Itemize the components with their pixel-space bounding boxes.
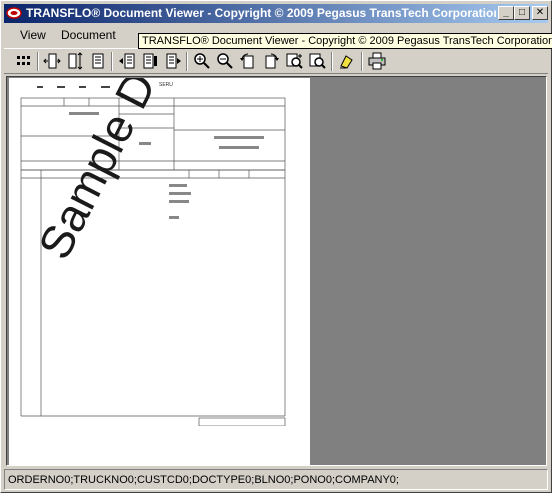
- print-icon[interactable]: [368, 52, 386, 70]
- zoom-out-icon[interactable]: [216, 52, 234, 70]
- close-button[interactable]: ✕: [532, 6, 548, 20]
- window-title: TRANSFLO® Document Viewer - Copyright © …: [26, 6, 496, 20]
- maximize-button[interactable]: □: [514, 6, 530, 20]
- minimize-button[interactable]: _: [498, 6, 514, 20]
- fit-page-icon[interactable]: [89, 52, 107, 70]
- toolbar-separator: [331, 52, 333, 71]
- menu-view[interactable]: View: [14, 28, 52, 42]
- fit-height-icon[interactable]: [66, 52, 84, 70]
- next-page-icon[interactable]: [141, 52, 159, 70]
- toolbar-separator: [37, 52, 39, 71]
- scan-mark: [37, 86, 43, 88]
- previous-page-icon[interactable]: [118, 52, 136, 70]
- title-bar[interactable]: TRANSFLO® Document Viewer - Copyright © …: [4, 4, 548, 23]
- zoom-in-icon[interactable]: [193, 52, 211, 70]
- last-page-icon[interactable]: [164, 52, 182, 70]
- zoom-actual-icon[interactable]: [308, 52, 326, 70]
- thumbnails-icon[interactable]: [15, 52, 33, 70]
- toolbar: [4, 48, 548, 74]
- title-tooltip: TRANSFLO® Document Viewer - Copyright © …: [138, 33, 552, 49]
- status-bar: ORDERNO0;TRUCKNO0;CUSTCD0;DOCTYPE0;BLNO0…: [4, 469, 548, 490]
- toolbar-separator: [361, 52, 363, 71]
- document-viewport[interactable]: SERU Sample Document: [6, 76, 547, 466]
- toolbar-separator: [186, 52, 188, 71]
- bill-of-lading-form: [20, 97, 286, 426]
- toolbar-separator: [111, 52, 113, 71]
- scan-mark: [57, 86, 65, 88]
- app-logo-icon: [6, 5, 22, 21]
- scan-mark: [79, 86, 86, 88]
- fit-width-icon[interactable]: [43, 52, 61, 70]
- highlight-icon[interactable]: [338, 52, 356, 70]
- menu-document[interactable]: Document: [55, 28, 122, 42]
- status-text: ORDERNO0;TRUCKNO0;CUSTCD0;DOCTYPE0;BLNO0…: [8, 474, 399, 486]
- rotate-right-icon[interactable]: [262, 52, 280, 70]
- rotate-left-icon[interactable]: [239, 52, 257, 70]
- document-page: SERU Sample Document: [9, 78, 310, 465]
- viewer-window: TRANSFLO® Document Viewer - Copyright © …: [0, 0, 552, 493]
- zoom-fit-icon[interactable]: [285, 52, 303, 70]
